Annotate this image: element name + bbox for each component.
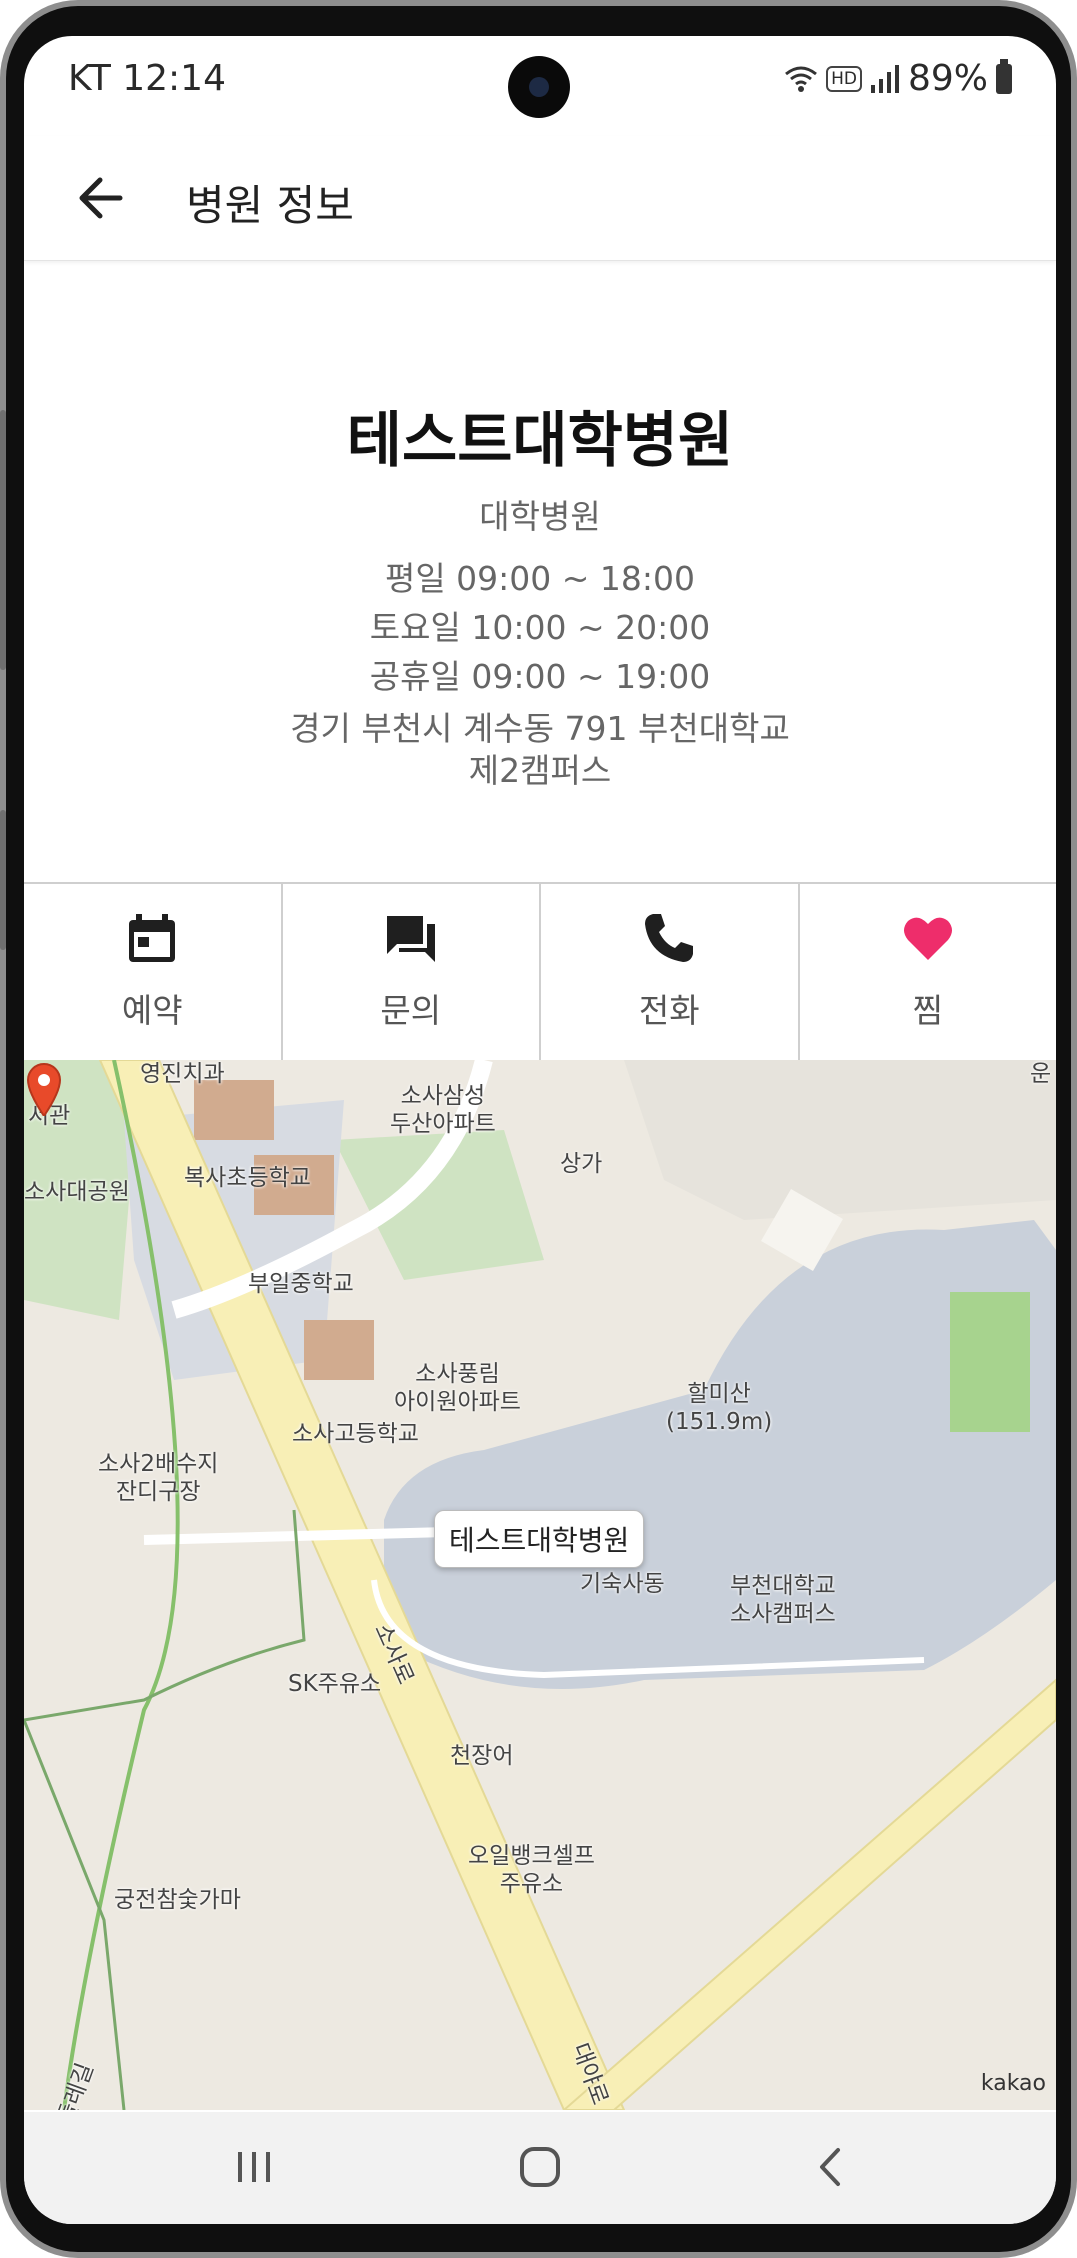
recent-apps-icon[interactable] <box>224 2142 284 2192</box>
home-icon[interactable] <box>510 2142 570 2192</box>
map-label-apartment-1: 소사삼성 두산아파트 <box>390 1083 496 1137</box>
battery-percent: 89% <box>907 58 988 99</box>
app-bar: 병원 정보 <box>24 136 1056 261</box>
status-icons: HD 89% <box>784 58 1012 99</box>
hours-holiday: 공휴일 09:00 ~ 19:00 <box>369 657 711 696</box>
hill-area <box>624 1060 1056 1220</box>
call-label: 전화 <box>638 991 700 1030</box>
map-label-high-school: 소사고등학교 <box>292 1421 419 1447</box>
map-label-elementary: 복사초등학교 <box>184 1165 311 1191</box>
chat-icon <box>386 916 435 962</box>
hd-voice-badge: HD <box>826 65 862 92</box>
wifi-icon <box>785 66 818 92</box>
map-label-store: 상가 <box>560 1151 603 1177</box>
status-bar: KT 12:14 HD 89% <box>24 36 1056 128</box>
favorite-label: 찜 <box>912 991 943 1030</box>
map-label-university: 부천대학교 소사캠퍼스 <box>730 1573 836 1627</box>
page-title: 병원 정보 <box>186 181 354 230</box>
action-bar: 예약 문의 전화 찜 <box>24 882 1056 1062</box>
map-label-edge: 운 <box>1030 1061 1052 1087</box>
heart-icon <box>903 917 952 960</box>
address-line-1: 경기 부천시 계수동 791 부천대학교 <box>290 709 790 748</box>
hospital-info: 테스트대학병원 대학병원 평일 09:00 ~ 18:00 토요일 10:00 … <box>24 262 1056 880</box>
reserve-label: 예약 <box>121 991 183 1030</box>
map-label-reservoir: 소사2배수지 잔디구장 <box>98 1451 219 1505</box>
phone-icon <box>645 914 694 962</box>
map-view[interactable]: 영진치과 립 서관 소사대공원 소사삼성두산아파트 상가 복사초등학교 부일중학… <box>24 1060 1056 2110</box>
reserve-button[interactable]: 예약 <box>24 884 283 1060</box>
call-button[interactable]: 전화 <box>541 884 800 1060</box>
inquiry-label: 문의 <box>380 991 442 1030</box>
map-label-gas-station-1: SK주유소 <box>288 1671 382 1697</box>
system-nav-bar <box>24 2112 1056 2224</box>
screen: KT 12:14 HD 89% 병원 정보 테스트대학병원 대학병원 평일 09… <box>24 36 1056 2224</box>
campus-area <box>384 1220 1056 1689</box>
map-label-apartment-2: 소사풍림 아이원아파트 <box>394 1361 521 1415</box>
address-line-2: 제2캠퍼스 <box>468 751 612 790</box>
hospital-type: 대학병원 <box>479 497 601 536</box>
map-label-dental: 영진치과 <box>140 1061 225 1087</box>
hospital-name: 테스트대학병원 <box>346 406 734 476</box>
status-carrier-time: KT 12:14 <box>68 58 226 99</box>
map-label-charcoal: 궁전참숯가마 <box>114 1887 241 1913</box>
hospital-address: 경기 부천시 계수동 791 부천대학교 제2캠퍼스 <box>254 708 826 792</box>
favorite-button[interactable]: 찜 <box>800 884 1057 1060</box>
road-daeya <box>562 1678 1056 2110</box>
building-3 <box>304 1320 374 1380</box>
inquiry-button[interactable]: 문의 <box>283 884 541 1060</box>
location-pin-icon[interactable] <box>24 1060 64 1116</box>
front-camera <box>508 56 570 118</box>
map-attribution: kakao <box>980 2071 1046 2096</box>
map-label-restaurant: 천장어 <box>450 1743 514 1769</box>
map-label-sosa-park: 소사대공원 <box>24 1179 130 1205</box>
back-arrow-icon[interactable] <box>74 176 124 220</box>
map-canvas <box>24 1060 1056 2110</box>
map-label-gas-station-2: 오일뱅크셀프 주유소 <box>468 1843 595 1897</box>
map-label-dormitory: 기숙사동 <box>580 1571 665 1597</box>
signal-icon <box>870 64 899 93</box>
map-label-middle-school: 부일중학교 <box>248 1271 354 1297</box>
hours-weekday: 평일 09:00 ~ 18:00 <box>384 559 696 598</box>
building-1 <box>194 1080 274 1140</box>
hospital-marker-label[interactable]: 테스트대학병원 <box>434 1510 645 1568</box>
map-label-mountain: 할미산 (151.9m) <box>666 1381 773 1435</box>
calendar-icon <box>129 914 176 962</box>
battery-icon <box>996 58 1012 94</box>
back-nav-icon[interactable] <box>802 2142 862 2192</box>
hours-saturday: 토요일 10:00 ~ 20:00 <box>369 608 711 647</box>
sports-field <box>950 1292 1030 1432</box>
